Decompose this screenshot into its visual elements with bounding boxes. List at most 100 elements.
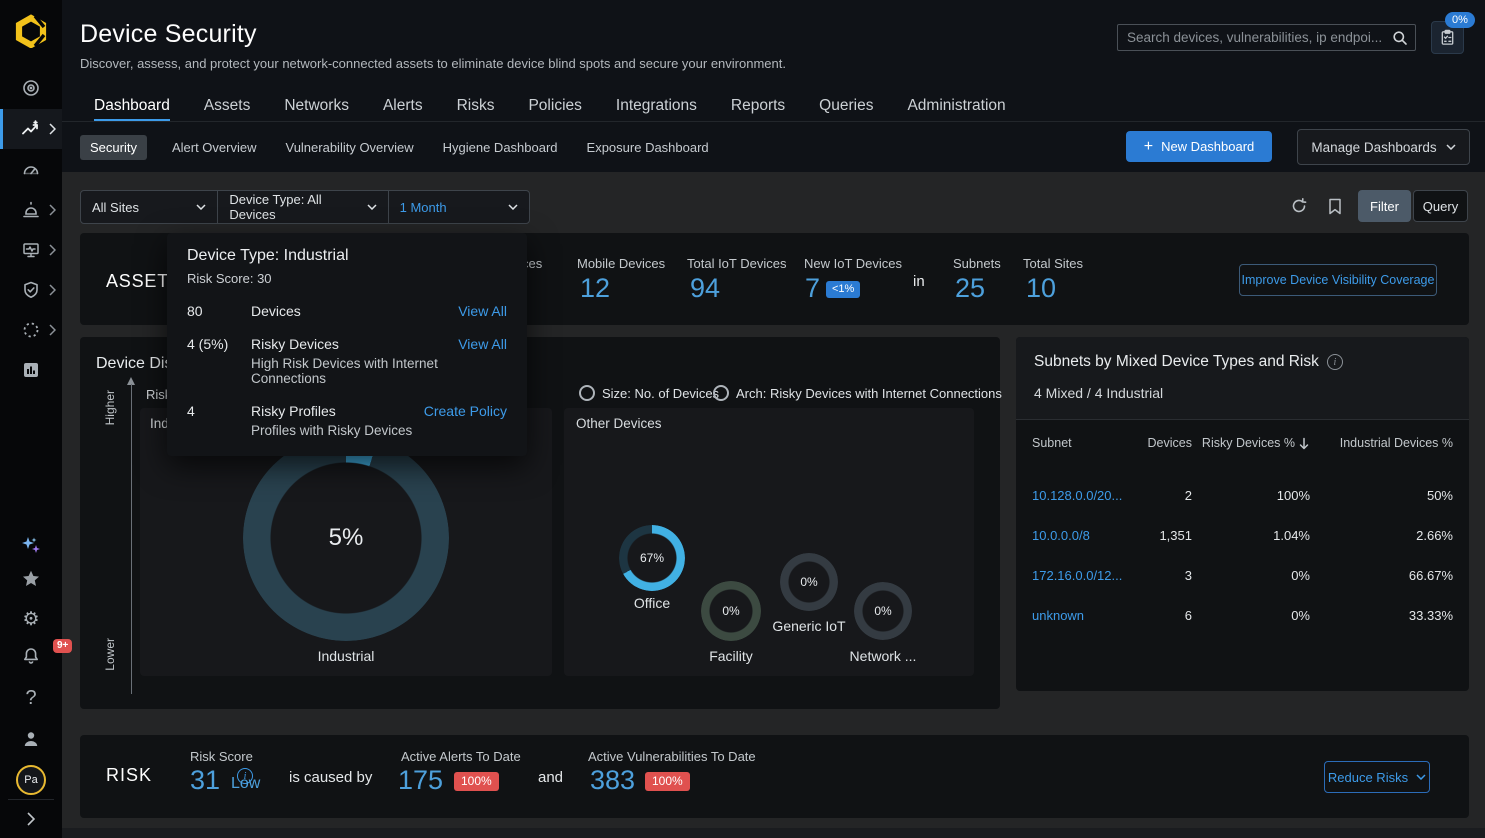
monitor-pulse-icon xyxy=(21,240,41,260)
radio-size-devices[interactable]: Size: No. of Devices xyxy=(579,385,719,401)
info-icon[interactable]: i xyxy=(1327,354,1343,370)
industrial-donut-label: Industrial xyxy=(318,648,375,664)
sidebar-item-policies[interactable] xyxy=(0,271,62,309)
chevron-down-icon xyxy=(508,204,518,210)
office-ring-chart[interactable]: 67% xyxy=(619,525,685,591)
tab-administration[interactable]: Administration xyxy=(907,92,1005,122)
cell-devices: 2 xyxy=(1185,488,1192,503)
tab-policies[interactable]: Policies xyxy=(528,92,581,122)
device-type-filter-select[interactable]: Device Type: All Devices xyxy=(218,191,388,223)
tab-dashboard[interactable]: Dashboard xyxy=(94,92,170,122)
sidebar-item-favorites[interactable] xyxy=(0,560,62,598)
search-icon[interactable] xyxy=(1392,30,1408,46)
subnets-subtitle: 4 Mixed / 4 Industrial xyxy=(1034,385,1163,401)
sidebar-item-help[interactable]: ? xyxy=(0,679,62,717)
cell-risky: 0% xyxy=(1291,608,1310,623)
col-industrial-devices[interactable]: Industrial Devices % xyxy=(1340,436,1453,450)
subtab-security[interactable]: Security xyxy=(80,135,147,160)
col-devices[interactable]: Devices xyxy=(1148,436,1192,450)
subnet-link[interactable]: 172.16.0.0/12... xyxy=(1032,568,1132,583)
subnet-link[interactable]: 10.0.0.0/8 xyxy=(1032,528,1132,543)
risk-level: Low xyxy=(231,775,260,793)
active-alerts-value: 175 xyxy=(398,765,443,796)
popup-devices-label: Devices xyxy=(251,303,444,319)
chevron-down-icon xyxy=(196,204,206,210)
subnet-link[interactable]: unknown xyxy=(1032,608,1132,623)
cell-risky: 100% xyxy=(1277,488,1310,503)
view-all-link[interactable]: View All xyxy=(458,336,507,352)
col-risky-devices[interactable]: Risky Devices % xyxy=(1202,436,1310,450)
sidebar-item-discovery[interactable] xyxy=(0,69,62,107)
popup-devices-count: 80 xyxy=(187,303,237,319)
stat-subnets-label: Subnets xyxy=(953,256,1001,271)
sites-filter-select[interactable]: All Sites xyxy=(81,191,218,223)
tabs-divider xyxy=(62,121,1485,122)
sidebar-item-monitoring[interactable] xyxy=(0,231,62,269)
tab-integrations[interactable]: Integrations xyxy=(616,92,697,122)
active-vulns-value: 383 xyxy=(590,765,635,796)
checklist-icon xyxy=(1439,29,1456,46)
popup-row-risky-devices: 4 (5%) Risky Devices View All High Risk … xyxy=(187,336,507,386)
generic-iot-ring-chart[interactable]: 0% xyxy=(780,553,838,611)
sidebar-item-device-security[interactable] xyxy=(0,109,62,149)
col-subnet[interactable]: Subnet xyxy=(1032,436,1132,450)
view-all-link[interactable]: View All xyxy=(458,303,507,319)
manage-dashboards-button[interactable]: Manage Dashboards xyxy=(1297,129,1470,165)
filter-mode-toggle[interactable]: Filter xyxy=(1358,190,1411,222)
tab-alerts[interactable]: Alerts xyxy=(383,92,423,122)
global-search xyxy=(1117,24,1416,51)
active-vulns-label: Active Vulnerabilities To Date xyxy=(588,749,756,764)
stat-subnets-value: 25 xyxy=(955,273,985,304)
radio-icon xyxy=(713,385,729,401)
subtab-exposure-dashboard[interactable]: Exposure Dashboard xyxy=(583,135,713,160)
sidebar-item-dashboard[interactable] xyxy=(0,151,62,189)
sidebar-item-notifications[interactable]: 9+ xyxy=(0,637,62,675)
subnet-link[interactable]: 10.128.0.0/20... xyxy=(1032,488,1132,503)
tab-risks[interactable]: Risks xyxy=(457,92,495,122)
subtab-alert-overview[interactable]: Alert Overview xyxy=(168,135,261,160)
cell-risky: 1.04% xyxy=(1273,528,1310,543)
chevron-down-icon xyxy=(1416,774,1426,780)
time-range-filter-select[interactable]: 1 Month xyxy=(389,191,529,223)
reduce-risks-button[interactable]: Reduce Risks xyxy=(1324,761,1430,793)
chevron-down-icon xyxy=(367,204,377,210)
sidebar-collapse-button[interactable] xyxy=(0,804,62,834)
chevron-right-icon xyxy=(49,324,56,336)
radio-arch-risky[interactable]: Arch: Risky Devices with Internet Connec… xyxy=(713,385,1002,401)
improve-visibility-button[interactable]: Improve Device Visibility Coverage xyxy=(1239,264,1437,296)
bookmark-icon[interactable] xyxy=(1324,195,1346,217)
network-ring-chart[interactable]: 0% xyxy=(854,582,912,640)
tab-assets[interactable]: Assets xyxy=(204,92,251,122)
brand-logo-icon[interactable] xyxy=(14,14,48,48)
sidebar-item-settings[interactable]: ⚙ xyxy=(0,600,62,638)
facility-ring-chart[interactable]: 0% xyxy=(701,581,761,641)
risk-connector: is caused by xyxy=(289,769,372,786)
industrial-donut-chart[interactable]: 5% xyxy=(243,435,449,641)
sidebar-divider xyxy=(8,799,54,800)
tab-networks[interactable]: Networks xyxy=(284,92,349,122)
popup-risk-score: Risk Score: 30 xyxy=(187,271,507,286)
notification-badge: 9+ xyxy=(53,639,72,653)
subtab-hygiene-dashboard[interactable]: Hygiene Dashboard xyxy=(439,135,562,160)
chevron-right-icon xyxy=(49,284,56,296)
search-input[interactable] xyxy=(1118,30,1392,45)
create-policy-link[interactable]: Create Policy xyxy=(424,403,507,419)
subtab-vulnerability-overview[interactable]: Vulnerability Overview xyxy=(282,135,418,160)
tab-reports[interactable]: Reports xyxy=(731,92,785,122)
table-row: 172.16.0.0/12... 3 0% 66.67% xyxy=(1016,555,1469,595)
sidebar-item-account[interactable] xyxy=(0,720,62,758)
refresh-icon[interactable] xyxy=(1288,195,1310,217)
query-mode-toggle[interactable]: Query xyxy=(1413,190,1468,222)
risk-axis-line xyxy=(131,384,132,694)
subnets-title: Subnets by Mixed Device Types and Risk i xyxy=(1034,353,1343,371)
sidebar-item-alerts[interactable] xyxy=(0,191,62,229)
shield-check-icon xyxy=(21,280,41,300)
new-dashboard-button[interactable]: + New Dashboard xyxy=(1126,131,1272,162)
popup-profiles-count: 4 xyxy=(187,403,237,419)
sidebar-item-reports[interactable] xyxy=(0,351,62,389)
tab-queries[interactable]: Queries xyxy=(819,92,873,122)
user-avatar[interactable]: Pa xyxy=(0,760,62,800)
generic-iot-ring-label: Generic IoT xyxy=(772,618,845,634)
radar-icon xyxy=(21,78,41,98)
sidebar-item-lifecycle[interactable] xyxy=(0,311,62,349)
